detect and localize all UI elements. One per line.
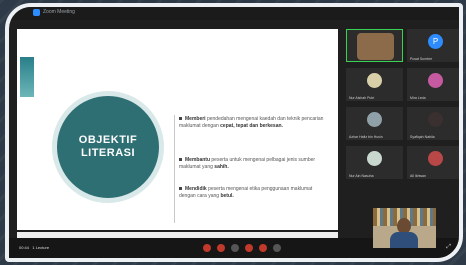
participant-tile[interactable]: P Pusat Sumber	[407, 29, 459, 62]
participant-name: Azhar Hafiz bin Husin	[349, 135, 383, 139]
bullet-item: Memberi pendedahan mengenai kaedah dan t…	[179, 116, 329, 129]
avatar	[428, 112, 443, 127]
participant-tile[interactable]: Mira Leda	[407, 68, 459, 101]
record-button[interactable]	[245, 244, 253, 252]
reactions-button[interactable]	[259, 244, 267, 252]
avatar: P	[428, 34, 443, 49]
more-button[interactable]	[273, 244, 281, 252]
avatar	[367, 151, 382, 166]
zoom-app-icon	[33, 9, 40, 16]
bullet-lead: Mendidik	[185, 186, 207, 192]
participant-name: Nur Ain Nasuha	[349, 174, 374, 178]
bullet-icon	[179, 117, 182, 121]
participant-name: Pusat Sumber	[410, 57, 433, 61]
slide-thumbnail[interactable]	[20, 57, 34, 97]
participant-tile[interactable]: Ali Ikhwan	[407, 146, 459, 179]
participant-video	[357, 33, 394, 60]
meeting-timer: 00:44	[19, 245, 30, 250]
circle-title-line2: LITERASI	[80, 147, 136, 159]
participant-name: Ali Ikhwan	[410, 174, 426, 178]
window-title: Zoom Meeting	[43, 9, 75, 15]
bullet-icon	[179, 187, 182, 191]
bullet-icon	[179, 158, 182, 162]
share-button[interactable]	[231, 244, 239, 252]
presenter-body	[390, 232, 418, 248]
bullet-item: Mendidik peserta mengenai etika pengguna…	[179, 186, 329, 199]
participant-tile[interactable]	[346, 29, 403, 62]
bullet-item: Membantu peserta untuk mengenai pelbagai…	[179, 157, 329, 170]
participant-name: Mira Leda	[410, 96, 426, 100]
participant-tile[interactable]: Nur Ain Nasuha	[346, 146, 403, 179]
meeting-time: 00:44 1 Lecture	[19, 245, 49, 250]
bullet-lead: Membantu	[185, 157, 210, 163]
slide-divider	[174, 115, 175, 223]
video-button[interactable]	[217, 244, 225, 252]
participant-tile[interactable]: Nur Aishah Putri	[346, 68, 403, 101]
bullet-emphasis: sahih.	[214, 163, 229, 170]
shared-slide: OBJEKTIF LITERASI Memberi pendedahan men…	[17, 29, 338, 230]
circle-title-line1: OBJEKTIF	[78, 134, 138, 146]
avatar	[428, 73, 443, 88]
presenter-video[interactable]	[373, 208, 436, 248]
avatar	[428, 151, 443, 166]
participant-tile[interactable]: Syafiqah Nabila	[407, 107, 459, 140]
objective-circle: OBJEKTIF LITERASI	[52, 91, 164, 203]
meeting-status: 1 Lecture	[32, 245, 50, 250]
bullet-lead: Memberi	[185, 116, 206, 122]
mute-button[interactable]	[203, 244, 211, 252]
fullscreen-icon[interactable]: ⤢	[446, 244, 451, 251]
bullet-emphasis: cepat, tepat dan berkesan.	[220, 122, 283, 129]
avatar	[367, 73, 382, 88]
title-bar: Zoom Meeting	[9, 7, 459, 20]
avatar	[367, 112, 382, 127]
participant-name: Nur Aishah Putri	[349, 96, 375, 100]
participant-tile[interactable]: Azhar Hafiz bin Husin	[346, 107, 403, 140]
bullet-emphasis: betul.	[220, 192, 234, 199]
participant-name: Syafiqah Nabila	[410, 135, 435, 139]
